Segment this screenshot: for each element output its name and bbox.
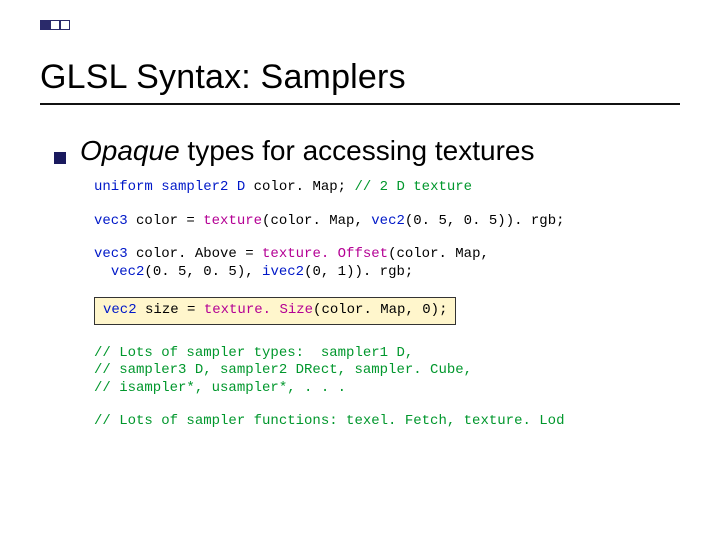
code-text: (color. Map, xyxy=(388,246,489,262)
code-func: texture xyxy=(203,213,262,229)
title-rule xyxy=(40,103,680,105)
code-comment-block: // Lots of sampler functions: texel. Fet… xyxy=(94,413,680,431)
code-func: texture. Size xyxy=(204,302,313,318)
corner-decoration xyxy=(40,20,70,30)
code-comment: // sampler3 D, sampler2 DRect, sampler. … xyxy=(94,362,472,378)
code-text: (color. Map, xyxy=(262,213,371,229)
code-text: (0, 1)). rgb; xyxy=(304,264,413,280)
bullet-rest: types for accessing textures xyxy=(180,135,535,166)
decoration-square xyxy=(50,20,60,30)
code-text: (0. 5, 0. 5), xyxy=(144,264,262,280)
highlight-box: vec2 size = texture. Size(color. Map, 0)… xyxy=(94,297,456,325)
code-comment: // Lots of sampler functions: texel. Fet… xyxy=(94,413,564,429)
code-func: texture. Offset xyxy=(262,246,388,262)
code-keyword: sampler2 D xyxy=(161,179,245,195)
code-comment-block: // Lots of sampler types: sampler1 D, //… xyxy=(94,345,680,398)
decoration-square xyxy=(40,20,50,30)
code-comment: // 2 D texture xyxy=(354,179,472,195)
code-text: size = xyxy=(137,302,204,318)
code-text: color. Map; xyxy=(245,179,354,195)
code-text: (0. 5, 0. 5)). rgb; xyxy=(405,213,565,229)
code-text: color. Above = xyxy=(128,246,262,262)
code-line-texture: vec3 color = texture(color. Map, vec2(0.… xyxy=(94,213,680,231)
code-keyword: uniform xyxy=(94,179,153,195)
code-keyword: vec2 xyxy=(371,213,405,229)
code-line-uniform: uniform sampler2 D color. Map; // 2 D te… xyxy=(94,179,680,197)
code-comment: // isampler*, usampler*, . . . xyxy=(94,380,346,396)
code-area: uniform sampler2 D color. Map; // 2 D te… xyxy=(94,179,680,431)
code-keyword: vec3 xyxy=(94,213,128,229)
code-keyword: vec3 xyxy=(94,246,128,262)
code-text: color = xyxy=(128,213,204,229)
bullet-square-icon xyxy=(54,152,66,164)
slide-title: GLSL Syntax: Samplers xyxy=(40,58,680,97)
bullet-text: Opaque types for accessing textures xyxy=(80,135,534,167)
code-line-texoffset: vec3 color. Above = texture. Offset(colo… xyxy=(94,246,680,281)
bullet-item: Opaque types for accessing textures xyxy=(54,135,680,167)
slide: GLSL Syntax: Samplers Opaque types for a… xyxy=(0,0,720,540)
code-comment: // Lots of sampler types: sampler1 D, xyxy=(94,345,413,361)
code-keyword: vec2 xyxy=(103,302,137,318)
code-text xyxy=(94,264,111,280)
code-keyword: ivec2 xyxy=(262,264,304,280)
code-text: (color. Map, 0); xyxy=(313,302,447,318)
code-keyword: vec2 xyxy=(111,264,145,280)
decoration-square xyxy=(60,20,70,30)
bullet-emphasis: Opaque xyxy=(80,135,180,166)
